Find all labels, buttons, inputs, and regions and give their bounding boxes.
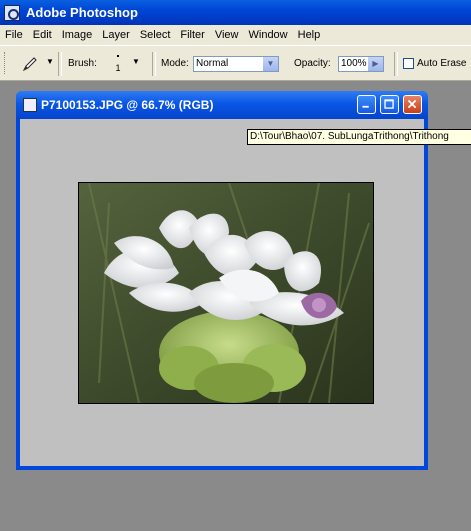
flower-photo-image: [79, 183, 373, 403]
document-title: P7100153.JPG @ 66.7% (RGB): [41, 98, 214, 112]
mode-value: Normal: [196, 58, 229, 69]
separator: [394, 52, 398, 76]
maximize-button[interactable]: [380, 95, 399, 114]
photoshop-app-icon[interactable]: [4, 4, 20, 21]
brush-label: Brush:: [68, 58, 97, 69]
opacity-field[interactable]: 100% ▶: [338, 56, 384, 72]
document-icon[interactable]: [23, 98, 37, 112]
menu-help[interactable]: Help: [293, 29, 326, 41]
separator: [58, 52, 62, 76]
chevron-right-icon[interactable]: ▶: [368, 57, 383, 71]
separator: [152, 52, 156, 76]
auto-erase-checkbox[interactable]: [403, 58, 414, 69]
document-window[interactable]: P7100153.JPG @ 66.7% (RGB): [16, 91, 428, 470]
menu-layer[interactable]: Layer: [97, 29, 135, 41]
opacity-value: 100%: [341, 58, 367, 69]
menu-edit[interactable]: Edit: [28, 29, 57, 41]
pencil-tool-icon[interactable]: [20, 54, 40, 74]
app-titlebar[interactable]: Adobe Photoshop: [0, 0, 471, 25]
brush-dropdown-icon[interactable]: ▼: [132, 57, 140, 66]
menu-image[interactable]: Image: [57, 29, 98, 41]
app-title: Adobe Photoshop: [26, 5, 138, 20]
brush-tip-icon: [117, 55, 119, 57]
minimize-icon: [362, 105, 369, 108]
close-button[interactable]: [403, 95, 422, 114]
tool-preset-dropdown-icon[interactable]: ▼: [46, 57, 54, 66]
mode-label: Mode:: [161, 58, 189, 69]
document-canvas-area[interactable]: [20, 119, 424, 466]
minimize-button[interactable]: [357, 95, 376, 114]
menu-file[interactable]: File: [0, 29, 28, 41]
menu-filter[interactable]: Filter: [175, 29, 209, 41]
chevron-down-icon[interactable]: ▼: [263, 57, 278, 71]
menu-select[interactable]: Select: [135, 29, 176, 41]
menu-window[interactable]: Window: [244, 29, 293, 41]
brush-size: 1: [115, 63, 121, 73]
opacity-label: Opacity:: [294, 58, 331, 69]
menu-bar: File Edit Image Layer Select Filter View…: [0, 25, 471, 45]
maximize-icon: [384, 99, 394, 109]
brush-preview[interactable]: 1: [108, 52, 128, 76]
mode-select[interactable]: Normal ▼: [193, 56, 279, 72]
tool-options-bar: ▼ Brush: 1 ▼ Mode: Normal ▼ Opacity: 100…: [0, 45, 471, 81]
photo-canvas[interactable]: [78, 182, 374, 404]
file-path-tooltip: D:\Tour\Bhao\07. SubLungaTrithong\Tritho…: [247, 129, 471, 145]
options-bar-grip[interactable]: [4, 52, 8, 74]
auto-erase-label: Auto Erase: [417, 58, 467, 69]
close-icon: [407, 99, 417, 109]
menu-view[interactable]: View: [210, 29, 244, 41]
